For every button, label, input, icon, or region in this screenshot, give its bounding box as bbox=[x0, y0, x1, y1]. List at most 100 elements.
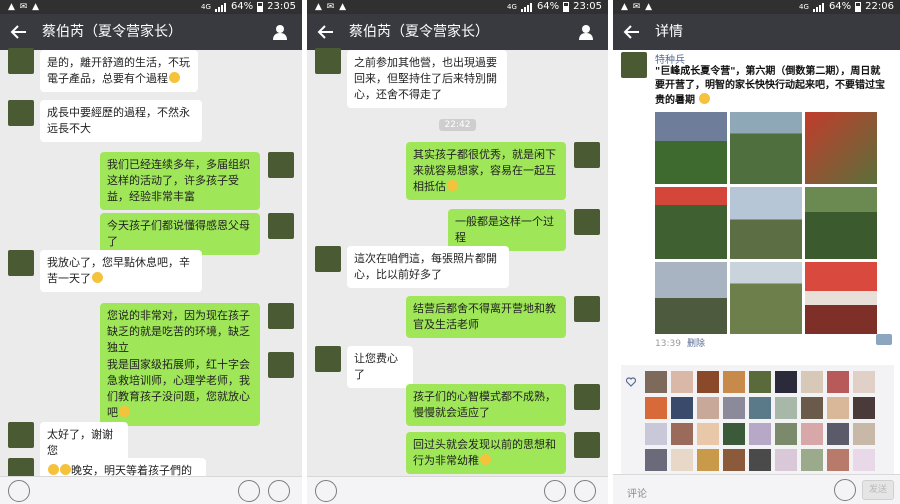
liker-avatar[interactable] bbox=[749, 449, 771, 471]
liker-avatar[interactable] bbox=[749, 397, 771, 419]
back-arrow-icon[interactable] bbox=[10, 23, 28, 41]
send-button[interactable]: 发送 bbox=[862, 480, 894, 500]
back-arrow-icon[interactable] bbox=[317, 23, 335, 41]
liker-avatar[interactable] bbox=[723, 423, 745, 445]
liker-avatar[interactable] bbox=[775, 397, 797, 419]
message-bubble[interactable]: 让您费心了 bbox=[347, 346, 413, 388]
own-avatar[interactable] bbox=[574, 296, 600, 322]
liker-avatar[interactable] bbox=[697, 397, 719, 419]
photo-thumbnail[interactable] bbox=[655, 187, 727, 259]
plus-icon[interactable] bbox=[574, 480, 596, 502]
contact-avatar[interactable] bbox=[8, 100, 34, 126]
own-avatar[interactable] bbox=[268, 352, 294, 378]
message-bubble[interactable]: 晚安，明天等着孩子們的 bbox=[40, 458, 206, 478]
liker-avatar[interactable] bbox=[749, 423, 771, 445]
title-bar: 详情 bbox=[613, 14, 900, 50]
liker-avatar[interactable] bbox=[827, 423, 849, 445]
liker-avatar[interactable] bbox=[671, 449, 693, 471]
liker-avatar[interactable] bbox=[671, 397, 693, 419]
comment-input[interactable]: 评论 bbox=[627, 485, 647, 500]
photo-thumbnail[interactable] bbox=[730, 187, 802, 259]
own-avatar[interactable] bbox=[268, 213, 294, 239]
liker-avatar[interactable] bbox=[671, 371, 693, 393]
message-bubble[interactable]: 我们已经连续多年，多届组织这样的活动了，许多孩子受益，经验非常丰富 bbox=[100, 152, 260, 210]
message-bubble[interactable]: 我放心了，您早點休息吧，辛苦一天了 bbox=[40, 250, 202, 292]
plus-icon[interactable] bbox=[268, 480, 290, 502]
liker-avatar[interactable] bbox=[827, 397, 849, 419]
photo-thumbnail[interactable] bbox=[805, 112, 877, 184]
own-avatar[interactable] bbox=[574, 209, 600, 235]
message-bubble[interactable]: 成長中要經歷的過程，不然永远長不大 bbox=[40, 100, 202, 142]
message-bubble[interactable]: 孩子们的心智模式都不成熟，慢慢就会适应了 bbox=[406, 384, 566, 426]
more-actions-icon[interactable] bbox=[876, 334, 892, 345]
liker-avatar[interactable] bbox=[853, 449, 875, 471]
liker-avatar[interactable] bbox=[645, 423, 667, 445]
liker-avatar[interactable] bbox=[749, 371, 771, 393]
liker-avatar[interactable] bbox=[645, 449, 667, 471]
contact-avatar[interactable] bbox=[315, 246, 341, 272]
liker-avatar[interactable] bbox=[645, 397, 667, 419]
liker-avatar[interactable] bbox=[723, 371, 745, 393]
emoji-picker-icon[interactable] bbox=[544, 480, 566, 502]
message-bubble[interactable]: 是的，離开舒適的生活，不玩電子產品，总要有个過程 bbox=[40, 50, 198, 92]
photo-thumbnail[interactable] bbox=[805, 187, 877, 259]
liker-avatar[interactable] bbox=[671, 423, 693, 445]
emoji-picker-icon[interactable] bbox=[238, 480, 260, 502]
message-bubble[interactable]: 這次在咱們這，每張照片都開心，比以前好多了 bbox=[347, 246, 509, 288]
own-avatar[interactable] bbox=[268, 303, 294, 329]
liker-avatar[interactable] bbox=[827, 449, 849, 471]
message-bubble[interactable]: 之前参加其他營，也出現過要回来，但堅持住了后来特別開心，还舍不得走了 bbox=[347, 50, 507, 108]
liker-avatar[interactable] bbox=[723, 449, 745, 471]
own-avatar[interactable] bbox=[268, 152, 294, 178]
own-avatar[interactable] bbox=[574, 432, 600, 458]
liker-avatar[interactable] bbox=[827, 371, 849, 393]
message-bubble[interactable]: 结营后都舍不得离开营地和教官及生活老师 bbox=[406, 296, 566, 338]
message-list[interactable]: 之前参加其他營，也出現過要回来，但堅持住了后来特別開心，还舍不得走了 22:42… bbox=[307, 48, 608, 476]
voice-input-icon[interactable] bbox=[315, 480, 337, 502]
liker-avatar[interactable] bbox=[697, 449, 719, 471]
delete-link[interactable]: 删除 bbox=[687, 339, 705, 349]
poster-avatar[interactable] bbox=[621, 52, 647, 78]
message-bubble[interactable]: 回过头就会发现以前的思想和行为非常幼稚 bbox=[406, 432, 566, 474]
liker-avatar[interactable] bbox=[801, 423, 823, 445]
liker-avatar[interactable] bbox=[775, 371, 797, 393]
photo-thumbnail[interactable] bbox=[655, 112, 727, 184]
chat-title: 蔡伯芮（夏令营家长） bbox=[42, 24, 182, 40]
profile-icon[interactable] bbox=[578, 24, 594, 40]
own-avatar[interactable] bbox=[574, 384, 600, 410]
message-list[interactable]: 是的，離开舒適的生活，不玩電子產品，总要有个過程 成長中要經歷的過程，不然永远長… bbox=[0, 48, 302, 484]
contact-avatar[interactable] bbox=[8, 422, 34, 448]
back-arrow-icon[interactable] bbox=[623, 23, 641, 41]
message-bubble[interactable]: 其实孩子都很优秀，就是闲下来就容易想家，容易在一起互相抵估 bbox=[406, 142, 566, 200]
contact-avatar[interactable] bbox=[315, 346, 341, 372]
poster-name[interactable]: 特种兵 bbox=[655, 51, 685, 66]
signal-icon bbox=[214, 2, 227, 12]
emoji-picker-icon[interactable] bbox=[834, 479, 856, 501]
message-bubble[interactable]: 今天孩子们都说懂得感恩父母了 bbox=[100, 213, 260, 255]
photo-thumbnail[interactable] bbox=[655, 262, 727, 334]
photo-thumbnail[interactable] bbox=[805, 262, 877, 334]
liker-avatar[interactable] bbox=[697, 371, 719, 393]
liker-avatar[interactable] bbox=[853, 371, 875, 393]
voice-input-icon[interactable] bbox=[8, 480, 30, 502]
liker-avatar[interactable] bbox=[801, 371, 823, 393]
own-avatar[interactable] bbox=[574, 142, 600, 168]
liker-avatar[interactable] bbox=[697, 423, 719, 445]
photo-thumbnail[interactable] bbox=[730, 112, 802, 184]
message-bubble[interactable]: 我是国家级拓展师，红十字会急救培训师，心理学老师，我们教育孩子没问题，您就放心吧 bbox=[100, 352, 260, 426]
liker-avatar[interactable] bbox=[645, 371, 667, 393]
liker-avatar[interactable] bbox=[801, 449, 823, 471]
liker-avatar[interactable] bbox=[853, 423, 875, 445]
liker-avatar[interactable] bbox=[723, 397, 745, 419]
photo-thumbnail[interactable] bbox=[730, 262, 802, 334]
profile-icon[interactable] bbox=[272, 24, 288, 40]
contact-avatar[interactable] bbox=[8, 48, 34, 74]
contact-avatar[interactable] bbox=[315, 48, 341, 74]
liker-avatar[interactable] bbox=[853, 397, 875, 419]
liker-avatar[interactable] bbox=[775, 423, 797, 445]
status-bar: ▲ ✉ ▲ 4G 64% 22:06 bbox=[613, 0, 900, 14]
liker-avatar[interactable] bbox=[775, 449, 797, 471]
message-bubble[interactable]: 一般都是这样一个过程 bbox=[448, 209, 566, 251]
contact-avatar[interactable] bbox=[8, 250, 34, 276]
liker-avatar[interactable] bbox=[801, 397, 823, 419]
